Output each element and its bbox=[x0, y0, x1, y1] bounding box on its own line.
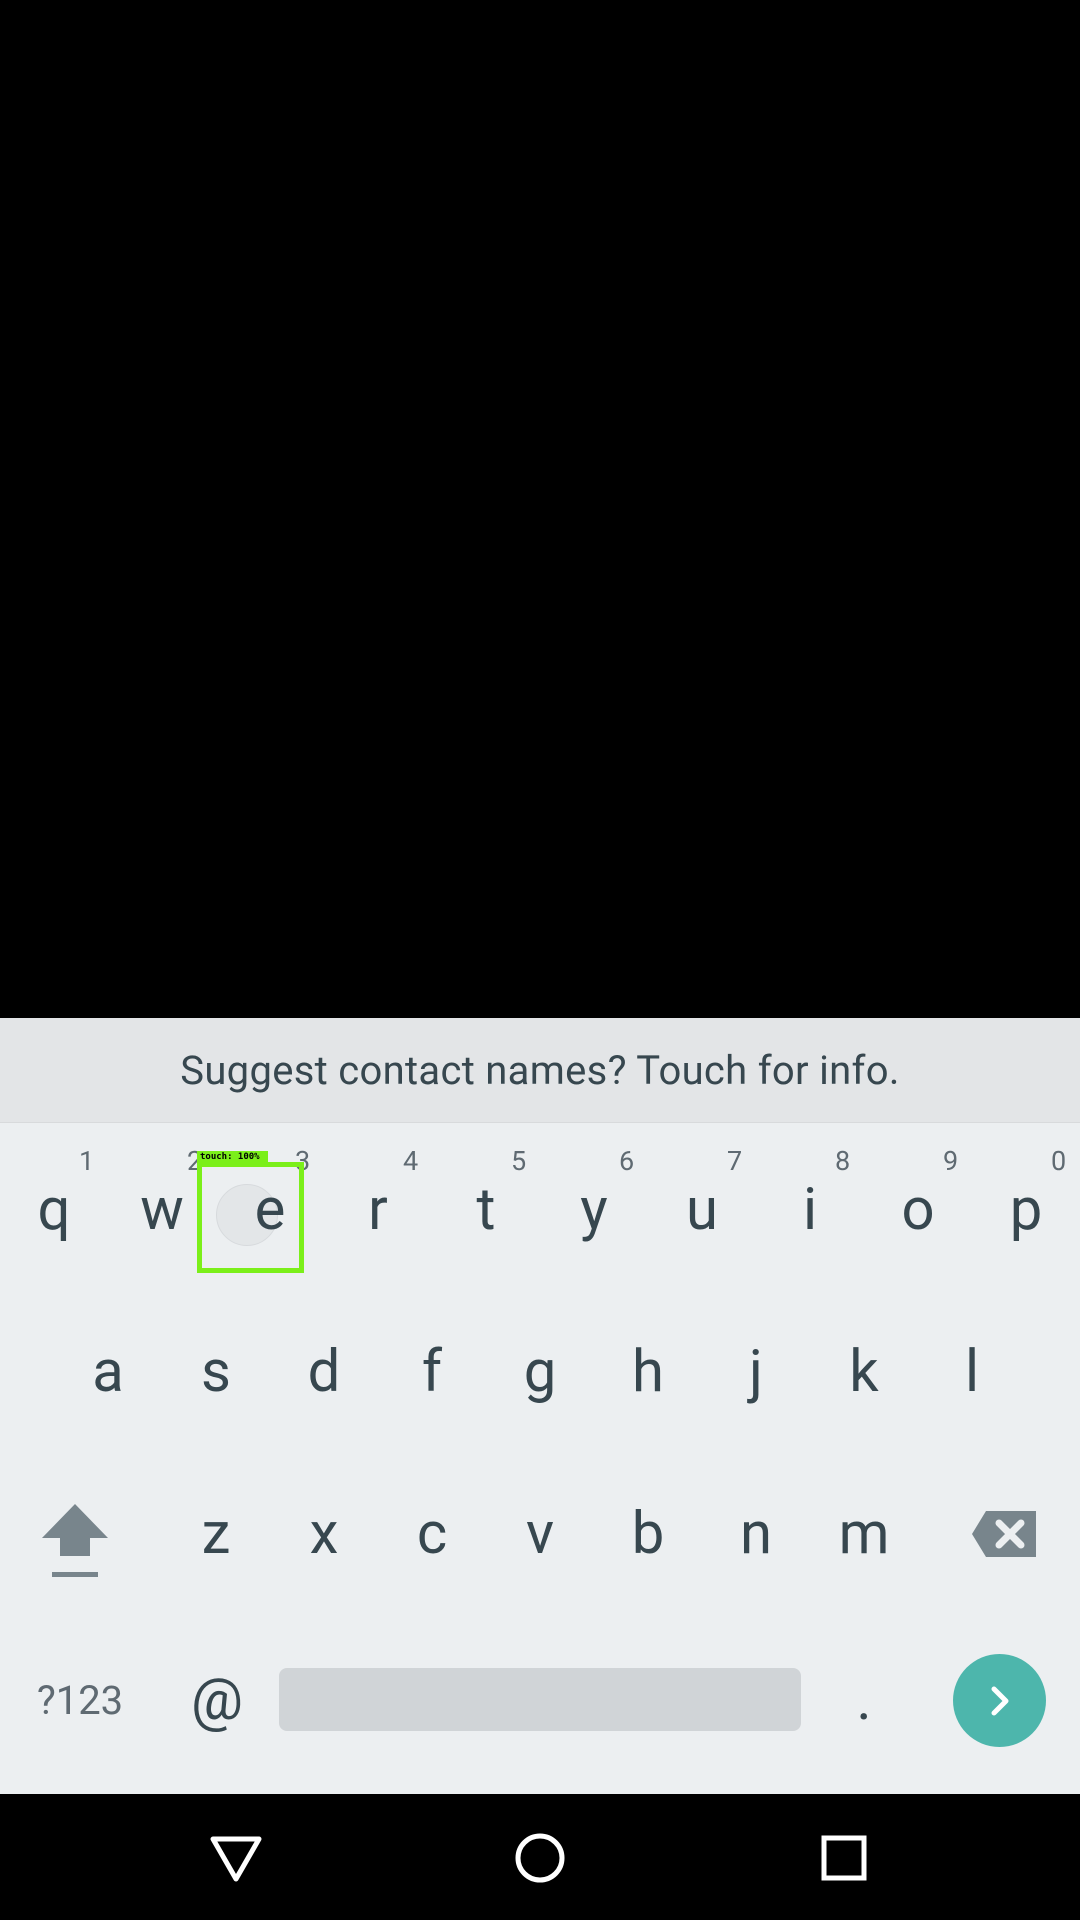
key-letter: r bbox=[368, 1176, 388, 1244]
suggestion-strip[interactable]: Suggest contact names? Touch for info. bbox=[0, 1018, 1080, 1123]
nav-recents-icon bbox=[819, 1833, 869, 1883]
touch-indicator-label: touch: 100% bbox=[197, 1151, 268, 1163]
key-letter: i bbox=[802, 1176, 818, 1244]
key-letter: w bbox=[140, 1176, 184, 1244]
key-letter: n bbox=[739, 1500, 773, 1568]
key-letter: z bbox=[201, 1500, 231, 1568]
space-bar[interactable] bbox=[279, 1668, 801, 1731]
key-letter: q bbox=[37, 1176, 71, 1244]
suggestion-text: Suggest contact names? Touch for info. bbox=[180, 1046, 900, 1094]
key-letter: u bbox=[686, 1176, 718, 1244]
key-f[interactable]: f bbox=[388, 1322, 476, 1422]
key-letter: x bbox=[309, 1500, 339, 1568]
chevron-right-icon bbox=[980, 1681, 1020, 1721]
backspace-icon bbox=[970, 1509, 1040, 1559]
at-key[interactable]: @ bbox=[172, 1650, 262, 1750]
key-k[interactable]: k bbox=[820, 1322, 908, 1422]
key-hint: 4 bbox=[403, 1145, 419, 1177]
key-s[interactable]: s bbox=[172, 1322, 260, 1422]
symbols-key[interactable]: ?123 bbox=[20, 1650, 140, 1750]
period-key[interactable]: . bbox=[820, 1650, 908, 1750]
key-letter: s bbox=[201, 1338, 231, 1406]
nav-home-button[interactable] bbox=[490, 1810, 590, 1906]
key-z[interactable]: z bbox=[172, 1484, 260, 1584]
key-hint: 0 bbox=[1051, 1145, 1067, 1177]
key-letter: v bbox=[525, 1500, 555, 1568]
key-letter: j bbox=[749, 1338, 763, 1406]
backspace-key[interactable] bbox=[955, 1484, 1055, 1584]
key-c[interactable]: c bbox=[388, 1484, 476, 1584]
key-letter: h bbox=[632, 1338, 664, 1406]
key-letter: g bbox=[523, 1338, 557, 1406]
key-l[interactable]: l bbox=[928, 1322, 1016, 1422]
key-hint: 8 bbox=[835, 1145, 851, 1177]
key-hint: 7 bbox=[727, 1145, 743, 1177]
key-letter: p bbox=[1009, 1176, 1043, 1244]
key-j[interactable]: j bbox=[712, 1322, 800, 1422]
key-letter: y bbox=[580, 1176, 608, 1244]
nav-back-icon bbox=[209, 1831, 263, 1885]
go-button[interactable] bbox=[953, 1654, 1046, 1747]
nav-recents-button[interactable] bbox=[794, 1810, 894, 1906]
key-letter: t bbox=[476, 1176, 496, 1244]
key-m[interactable]: m bbox=[820, 1484, 908, 1584]
key-v[interactable]: v bbox=[496, 1484, 584, 1584]
key-hint: 6 bbox=[619, 1145, 635, 1177]
shift-key[interactable] bbox=[20, 1484, 130, 1594]
symbols-key-label: ?123 bbox=[36, 1676, 124, 1724]
key-letter: f bbox=[421, 1338, 443, 1406]
key-n[interactable]: n bbox=[712, 1484, 800, 1584]
app-content-area bbox=[0, 0, 1080, 1018]
at-key-label: @ bbox=[190, 1666, 244, 1734]
key-letter: a bbox=[92, 1338, 124, 1406]
key-letter: d bbox=[307, 1338, 341, 1406]
key-hint: 5 bbox=[511, 1145, 527, 1177]
key-h[interactable]: h bbox=[604, 1322, 692, 1422]
key-letter: k bbox=[849, 1338, 879, 1406]
key-g[interactable]: g bbox=[496, 1322, 584, 1422]
key-a[interactable]: a bbox=[64, 1322, 152, 1422]
shift-icon bbox=[40, 1494, 110, 1584]
key-letter: o bbox=[901, 1176, 935, 1244]
touch-indicator-box bbox=[197, 1162, 304, 1273]
key-x[interactable]: x bbox=[280, 1484, 368, 1584]
period-key-label: . bbox=[856, 1666, 872, 1734]
key-letter: b bbox=[631, 1500, 665, 1568]
key-letter: c bbox=[416, 1500, 448, 1568]
nav-back-button[interactable] bbox=[186, 1810, 286, 1906]
key-hint: 9 bbox=[943, 1145, 959, 1177]
key-letter: l bbox=[964, 1338, 980, 1406]
key-hint: 1 bbox=[79, 1145, 95, 1177]
key-b[interactable]: b bbox=[604, 1484, 692, 1584]
key-d[interactable]: d bbox=[280, 1322, 368, 1422]
key-letter: m bbox=[838, 1500, 890, 1568]
nav-home-icon bbox=[513, 1831, 567, 1885]
